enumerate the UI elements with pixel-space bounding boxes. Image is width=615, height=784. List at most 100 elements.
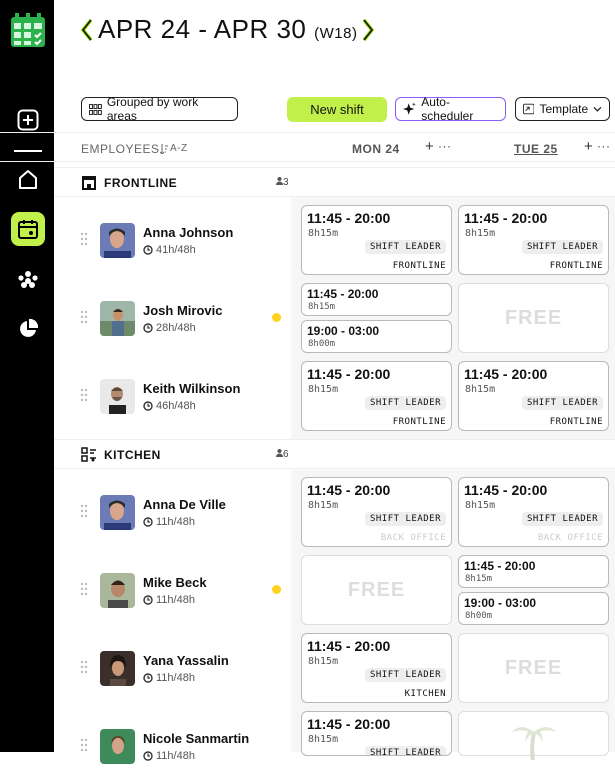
drag-handle-icon[interactable] xyxy=(80,660,88,674)
employee-name: Anna Johnson xyxy=(143,225,234,240)
role-badge: SHIFT LEADER xyxy=(521,512,603,526)
employee-hours: 28h/48h xyxy=(143,322,196,334)
shift-duration: 8h15m xyxy=(308,302,336,312)
auto-scheduler-label: Auto-scheduler xyxy=(421,95,474,123)
employee-hours: 11h/48h xyxy=(143,594,195,606)
shift-card[interactable]: 19:00 - 03:00 8h00m xyxy=(458,592,609,625)
more-tue[interactable]: ··· xyxy=(597,139,611,153)
new-shift-button[interactable]: New shift xyxy=(287,97,387,122)
team-icon xyxy=(18,271,38,288)
section-title: KITCHEN xyxy=(104,448,161,462)
shift-card[interactable]: 11:45 - 20:00 8h15m SHIFT LEADER KITCHEN xyxy=(301,633,452,703)
shift-duration: 8h15m xyxy=(308,228,339,239)
shift-time: 11:45 - 20:00 xyxy=(464,559,536,573)
drag-handle-icon[interactable] xyxy=(80,738,88,752)
drag-handle-icon[interactable] xyxy=(80,582,88,596)
employee-row[interactable]: Keith Wilkinson 46h/48h xyxy=(54,358,291,434)
employee-hours: 46h/48h xyxy=(143,400,196,412)
shift-time: 11:45 - 20:00 xyxy=(464,210,548,226)
nav-home[interactable] xyxy=(11,163,45,197)
work-area-label: BACK OFFICE xyxy=(537,533,603,543)
avatar xyxy=(100,573,135,608)
add-shift-mon[interactable]: + xyxy=(425,138,434,155)
work-area-label: KITCHEN xyxy=(404,689,446,699)
employee-name: Yana Yassalin xyxy=(143,653,229,668)
shift-card[interactable]: 11:45 - 20:00 8h15m SHIFT LEADER BACK OF… xyxy=(458,477,609,547)
sidebar xyxy=(0,0,54,752)
kitchen-icon xyxy=(81,447,96,462)
employee-row[interactable]: Nicole Sanmartin 11h/48h xyxy=(54,708,291,784)
calendar-icon xyxy=(18,220,38,239)
week-title: APR 24 - APR 30 (W18) xyxy=(98,14,357,45)
new-shift-label: New shift xyxy=(310,102,364,117)
sparkle-icon xyxy=(403,102,416,115)
shift-card[interactable]: 11:45 - 20:00 8h15m SHIFT LEADER xyxy=(301,711,452,756)
section-count: 3 xyxy=(276,177,289,188)
nav-team[interactable] xyxy=(11,263,45,297)
clock-icon xyxy=(143,517,153,527)
shift-card[interactable]: 19:00 - 03:00 8h00m xyxy=(301,320,452,353)
add-shift-tue[interactable]: + xyxy=(584,138,593,155)
nav-reports[interactable] xyxy=(11,312,45,346)
employee-name: Mike Beck xyxy=(143,575,207,590)
shift-card[interactable]: 11:45 - 20:00 8h15m xyxy=(458,555,609,588)
shift-time: 11:45 - 20:00 xyxy=(307,210,391,226)
employee-name: Nicole Sanmartin xyxy=(143,731,250,746)
column-header: EMPLOYEES A-Z MON 24 + ··· TUE 25 + ··· xyxy=(0,132,615,162)
day-header-mon: MON 24 xyxy=(352,142,400,156)
shift-duration: 8h15m xyxy=(465,574,493,584)
employee-hours: 41h/48h xyxy=(143,244,196,256)
nav-schedule[interactable] xyxy=(11,212,45,246)
work-area-label: FRONTLINE xyxy=(392,417,446,427)
group-by-button[interactable]: Grouped by work areas xyxy=(81,95,238,123)
pie-chart-icon xyxy=(20,318,39,337)
shift-duration: 8h15m xyxy=(465,500,496,511)
clock-icon xyxy=(143,323,153,333)
employee-row[interactable]: Mike Beck 11h/48h xyxy=(54,552,291,628)
drag-handle-icon[interactable] xyxy=(80,232,88,246)
week-navigator: APR 24 - APR 30 (W18) xyxy=(80,14,375,45)
auto-scheduler-button[interactable]: Auto-scheduler xyxy=(395,95,506,123)
avatar xyxy=(100,223,135,258)
avatar xyxy=(100,495,135,530)
employee-row[interactable]: Yana Yassalin 11h/48h xyxy=(54,630,291,706)
sort-button[interactable]: A-Z xyxy=(160,143,188,154)
shift-time: 11:45 - 20:00 xyxy=(307,716,391,732)
avatar xyxy=(100,379,135,414)
shift-card[interactable]: 11:45 - 20:00 8h15m SHIFT LEADER FRONTLI… xyxy=(458,361,609,431)
chevron-right-icon[interactable] xyxy=(361,17,375,43)
chevron-left-icon[interactable] xyxy=(80,17,94,43)
shift-card[interactable]: 11:45 - 20:00 8h15m SHIFT LEADER FRONTLI… xyxy=(458,205,609,275)
employee-name: Keith Wilkinson xyxy=(143,381,241,396)
person-icon xyxy=(276,177,283,185)
shift-card[interactable]: 11:45 - 20:00 8h15m SHIFT LEADER BACK OF… xyxy=(301,477,452,547)
employee-row[interactable]: Josh Mirovic 28h/48h xyxy=(54,280,291,356)
free-slot[interactable]: FREE xyxy=(458,633,609,703)
shift-card[interactable]: 11:45 - 20:00 8h15m SHIFT LEADER FRONTLI… xyxy=(301,205,452,275)
drag-handle-icon[interactable] xyxy=(80,310,88,324)
free-slot[interactable]: FREE xyxy=(458,283,609,353)
role-badge: SHIFT LEADER xyxy=(521,396,603,410)
template-button[interactable]: Template xyxy=(515,97,610,121)
employee-name: Anna De Ville xyxy=(143,497,226,512)
role-badge: SHIFT LEADER xyxy=(364,746,446,755)
store-icon xyxy=(82,176,96,190)
employee-row[interactable]: Anna De Ville 11h/48h xyxy=(54,474,291,550)
drag-handle-icon[interactable] xyxy=(80,504,88,518)
calendar-logo-icon[interactable] xyxy=(10,12,46,48)
more-mon[interactable]: ··· xyxy=(438,139,452,153)
employee-hours: 11h/48h xyxy=(143,672,195,684)
section-frontline[interactable]: FRONTLINE 3 xyxy=(54,167,615,197)
section-kitchen[interactable]: KITCHEN 6 xyxy=(54,439,615,469)
drag-handle-icon[interactable] xyxy=(80,388,88,402)
work-area-label: FRONTLINE xyxy=(392,261,446,271)
work-area-label: BACK OFFICE xyxy=(380,533,446,543)
shift-card[interactable]: 11:45 - 20:00 8h15m xyxy=(301,283,452,316)
employee-row[interactable]: Anna Johnson 41h/48h xyxy=(54,202,291,278)
shift-card[interactable]: 11:45 - 20:00 8h15m SHIFT LEADER FRONTLI… xyxy=(301,361,452,431)
day-header-tue[interactable]: TUE 25 xyxy=(514,142,558,156)
time-off-slot[interactable] xyxy=(458,711,609,760)
free-slot[interactable]: FREE xyxy=(301,555,452,625)
avatar xyxy=(100,729,135,764)
group-by-label: Grouped by work areas xyxy=(106,95,199,123)
